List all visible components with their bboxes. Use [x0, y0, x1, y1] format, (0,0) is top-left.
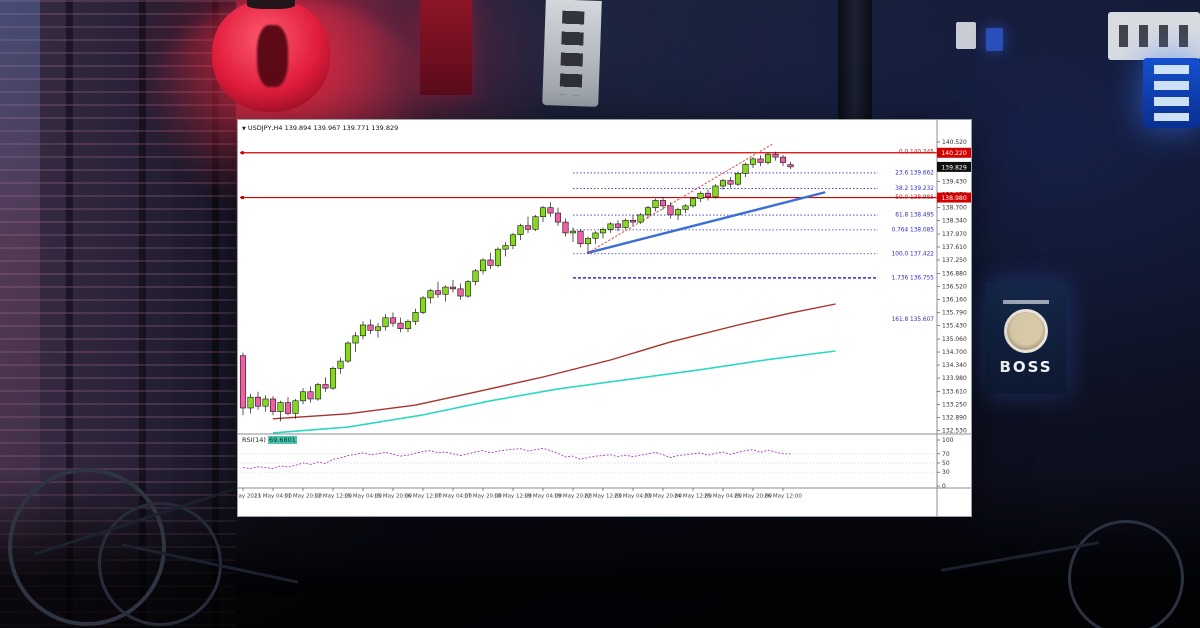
svg-text:136.880: 136.880	[942, 270, 967, 277]
white-banner	[542, 0, 602, 107]
svg-text:135.430: 135.430	[942, 323, 967, 330]
svg-text:134.340: 134.340	[942, 362, 967, 369]
svg-text:137.970: 137.970	[942, 231, 967, 238]
svg-text:133.610: 133.610	[942, 388, 967, 395]
svg-text:1.736 136.755: 1.736 136.755	[892, 275, 935, 281]
white-shop-sign	[1108, 12, 1200, 60]
svg-text:23.6 139.662: 23.6 139.662	[895, 170, 934, 176]
svg-text:137.250: 137.250	[942, 257, 967, 264]
blue-neon-sign	[1143, 58, 1200, 128]
svg-text:61.8 138.495: 61.8 138.495	[895, 213, 934, 219]
svg-text:138.340: 138.340	[942, 218, 967, 225]
svg-text:134.700: 134.700	[942, 349, 967, 356]
svg-text:136.160: 136.160	[942, 296, 967, 303]
svg-text:70: 70	[942, 451, 950, 458]
boss-sign-label: BOSS	[999, 358, 1052, 376]
svg-text:135.790: 135.790	[942, 310, 967, 317]
small-blue-sign	[986, 28, 1003, 51]
boss-vending-sign: BOSS	[985, 282, 1067, 394]
svg-text:26 May 12:00: 26 May 12:00	[764, 494, 802, 500]
boss-logo-icon	[1004, 309, 1048, 353]
symbol-dropdown-icon[interactable]: ▼	[242, 126, 246, 132]
svg-text:50: 50	[942, 460, 950, 467]
bicycle-wheel	[1068, 520, 1184, 628]
svg-text:140.220: 140.220	[941, 150, 967, 157]
bicycle-wheel	[98, 502, 222, 626]
svg-text:30: 30	[942, 469, 950, 476]
red-curtain	[420, 0, 472, 95]
svg-text:132.530: 132.530	[942, 427, 967, 434]
rsi-name: RSI(14)	[242, 436, 266, 444]
symbol-ohlc-line: ▼USDJPY,H4 139.894 139.967 139.771 139.8…	[242, 124, 398, 132]
boss-sign-stripe	[1003, 300, 1049, 304]
svg-text:138.980: 138.980	[941, 195, 967, 202]
red-lantern	[212, 0, 330, 112]
trading-chart-window[interactable]: 0.0 140.24523.6 139.66238.2 139.23250.0 …	[237, 119, 972, 517]
svg-text:135.060: 135.060	[942, 336, 967, 343]
svg-text:139.829: 139.829	[941, 164, 967, 171]
svg-text:161.8 135.607: 161.8 135.607	[892, 317, 935, 323]
symbol-ohlc-text: USDJPY,H4 139.894 139.967 139.771 139.82…	[248, 124, 398, 132]
svg-text:0.764 138.085: 0.764 138.085	[892, 227, 935, 233]
svg-text:133.980: 133.980	[942, 375, 967, 382]
svg-text:137.610: 137.610	[942, 244, 967, 251]
svg-text:132.890: 132.890	[942, 414, 967, 421]
rsi-indicator-label: RSI(14) 69.6801	[242, 436, 297, 444]
svg-text:133.250: 133.250	[942, 401, 967, 408]
svg-text:38.2 139.232: 38.2 139.232	[895, 186, 934, 192]
chart-canvas[interactable]: 0.0 140.24523.6 139.66238.2 139.23250.0 …	[238, 120, 971, 516]
svg-text:0: 0	[942, 483, 946, 490]
svg-text:139.430: 139.430	[942, 178, 967, 185]
svg-text:100: 100	[942, 437, 954, 444]
svg-text:100.0 137.422: 100.0 137.422	[892, 251, 935, 257]
svg-text:138.700: 138.700	[942, 205, 967, 212]
svg-text:136.520: 136.520	[942, 283, 967, 290]
rsi-value: 69.6801	[268, 436, 297, 444]
small-white-sign	[956, 22, 976, 49]
svg-text:140.520: 140.520	[942, 139, 967, 146]
